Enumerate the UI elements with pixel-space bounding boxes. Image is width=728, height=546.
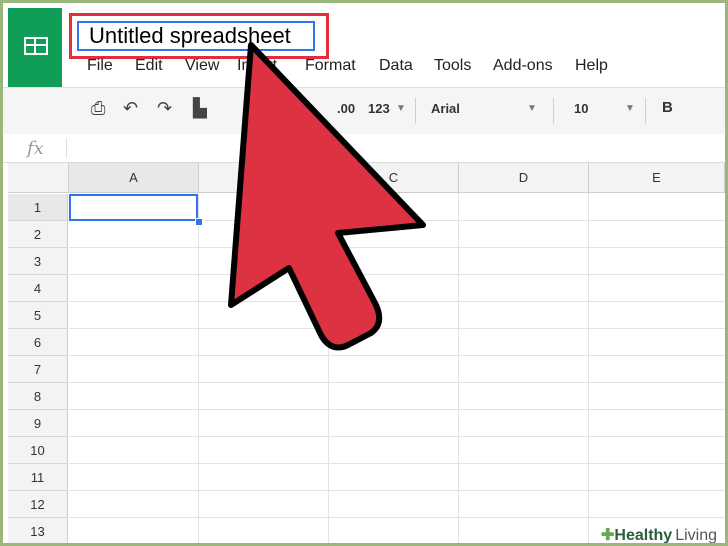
pointer-arrow-icon: [228, 42, 426, 351]
app-frame: Untitled spreadsheet File Edit View Inse…: [0, 0, 728, 546]
watermark-text-living: Living: [675, 527, 718, 544]
watermark-text-healthy: Healthy: [614, 527, 673, 544]
plus-icon: ✚: [601, 527, 615, 544]
watermark-logo: ✚Healthy Living: [601, 525, 725, 544]
